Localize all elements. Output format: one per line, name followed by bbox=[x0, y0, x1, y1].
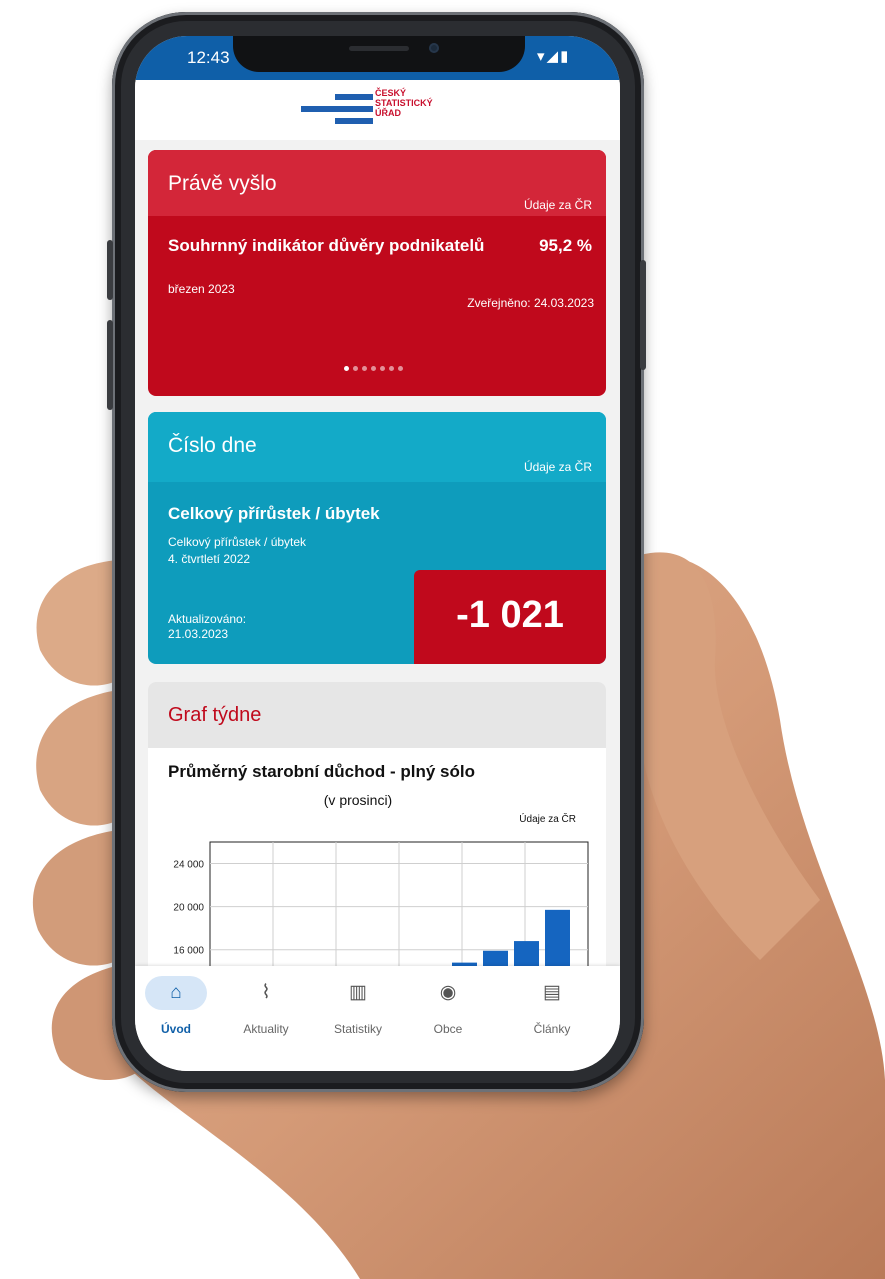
carousel-dot[interactable] bbox=[380, 366, 385, 371]
phone-screen: 12:43 ▾◢▮ ČESKÝ STATISTICKÝ ÚŘAD Právě v… bbox=[135, 36, 620, 1071]
nav-label: Aktuality bbox=[243, 1022, 289, 1036]
volume-down-button bbox=[107, 320, 113, 410]
carousel-dot[interactable] bbox=[362, 366, 367, 371]
cislo-dne-card[interactable]: Číslo dne Údaje za ČR Celkový přírůstek … bbox=[148, 412, 606, 664]
indicator-name: Souhrnný indikátor důvěry podnikatelů bbox=[168, 236, 485, 255]
indicator-period: březen 2023 bbox=[168, 282, 235, 296]
status-bar: 12:43 ▾◢▮ bbox=[135, 36, 620, 80]
cislo-dne-updated: Aktualizováno: 21.03.2023 bbox=[168, 612, 246, 642]
csu-logo-icon bbox=[301, 92, 373, 128]
y-tick-label: 20 000 bbox=[173, 903, 204, 914]
bar-chart-icon: ▥ bbox=[349, 982, 367, 1003]
nav-item-clanky[interactable]: ▤ Články bbox=[507, 976, 597, 1036]
carousel-dots[interactable] bbox=[344, 366, 403, 371]
speaker-grille bbox=[349, 46, 409, 51]
prave-vyslo-header: Právě vyšlo Údaje za ČR bbox=[148, 150, 606, 216]
nav-label: Úvod bbox=[161, 1022, 191, 1036]
cislo-dne-scope: Údaje za ČR bbox=[523, 460, 592, 474]
updated-date: 21.03.2023 bbox=[168, 627, 229, 641]
graf-tydne-card[interactable]: Graf týdne Průměrný starobní důchod - pl… bbox=[148, 682, 606, 982]
status-time: 12:43 bbox=[187, 48, 230, 67]
graf-tydne-title: Graf týdne bbox=[168, 704, 262, 726]
cislo-dne-desc-line2: 4. čtvrtletí 2022 bbox=[168, 552, 251, 566]
prave-vyslo-title: Právě vyšlo bbox=[168, 172, 277, 195]
nav-label: Články bbox=[533, 1022, 571, 1036]
carousel-dot[interactable] bbox=[398, 366, 403, 371]
cislo-dne-desc-line1: Celkový přírůstek / úbytek bbox=[168, 535, 307, 549]
logo-line-1: ČESKÝ bbox=[375, 88, 407, 98]
power-button bbox=[640, 260, 646, 370]
csu-logo-text: ČESKÝ STATISTICKÝ ÚŘAD bbox=[375, 88, 433, 118]
article-icon: ▤ bbox=[543, 982, 561, 1003]
carousel-dot[interactable] bbox=[344, 366, 349, 371]
nav-label: Obce bbox=[433, 1022, 463, 1036]
y-tick-label: 24 000 bbox=[173, 860, 204, 871]
cislo-dne-title: Číslo dne bbox=[168, 434, 257, 457]
cislo-dne-value-box: -1 021 bbox=[414, 570, 606, 664]
bottom-navigation: ⌂ Úvod ⌇ Aktuality ▥ Statistiky ◉ Obce ▤ Články bbox=[135, 966, 620, 1071]
nav-label: Statistiky bbox=[333, 1022, 382, 1036]
cislo-dne-name: Celkový přírůstek / úbytek bbox=[168, 504, 380, 523]
map-pin-icon: ◉ bbox=[439, 982, 457, 1003]
bar-chart: 24 000 20 000 16 000 bbox=[173, 841, 589, 982]
indicator-value: 95,2 % bbox=[539, 236, 592, 255]
nav-item-uvod[interactable]: ⌂ Úvod bbox=[135, 976, 221, 1036]
front-camera bbox=[429, 43, 439, 53]
app-header: ČESKÝ STATISTICKÝ ÚŘAD bbox=[135, 80, 620, 140]
nav-item-obce[interactable]: ◉ Obce bbox=[403, 976, 493, 1036]
carousel-dot[interactable] bbox=[389, 366, 394, 371]
status-icons: ▾◢▮ bbox=[537, 48, 571, 65]
prave-vyslo-card[interactable]: Právě vyšlo Údaje za ČR Souhrnný indikát… bbox=[148, 150, 606, 396]
chart-title: Průměrný starobní důchod - plný sólo bbox=[168, 762, 475, 781]
notch bbox=[233, 36, 525, 72]
chart-subtitle: (v prosinci) bbox=[323, 792, 393, 808]
nav-item-statistiky[interactable]: ▥ Statistiky bbox=[313, 976, 403, 1036]
y-tick-label: 16 000 bbox=[173, 946, 204, 957]
carousel-dot[interactable] bbox=[371, 366, 376, 371]
cislo-dne-value: -1 021 bbox=[456, 594, 564, 636]
nav-item-aktuality[interactable]: ⌇ Aktuality bbox=[221, 976, 311, 1036]
rss-icon: ⌇ bbox=[261, 982, 271, 1003]
graf-tydne-header: Graf týdne bbox=[148, 682, 606, 748]
carousel-dot[interactable] bbox=[353, 366, 358, 371]
indicator-published: Zveřejněno: 24.03.2023 bbox=[467, 296, 594, 310]
volume-up-button bbox=[107, 240, 113, 300]
updated-label: Aktualizováno: bbox=[168, 612, 247, 626]
prave-vyslo-scope: Údaje za ČR bbox=[523, 198, 592, 212]
home-icon: ⌂ bbox=[145, 976, 207, 1010]
cislo-dne-header: Číslo dne Údaje za ČR bbox=[148, 412, 606, 482]
logo-line-3: ÚŘAD bbox=[375, 108, 401, 118]
logo-line-2: STATISTICKÝ bbox=[375, 98, 433, 108]
cislo-dne-description: Celkový přírůstek / úbytek 4. čtvrtletí … bbox=[168, 534, 306, 568]
